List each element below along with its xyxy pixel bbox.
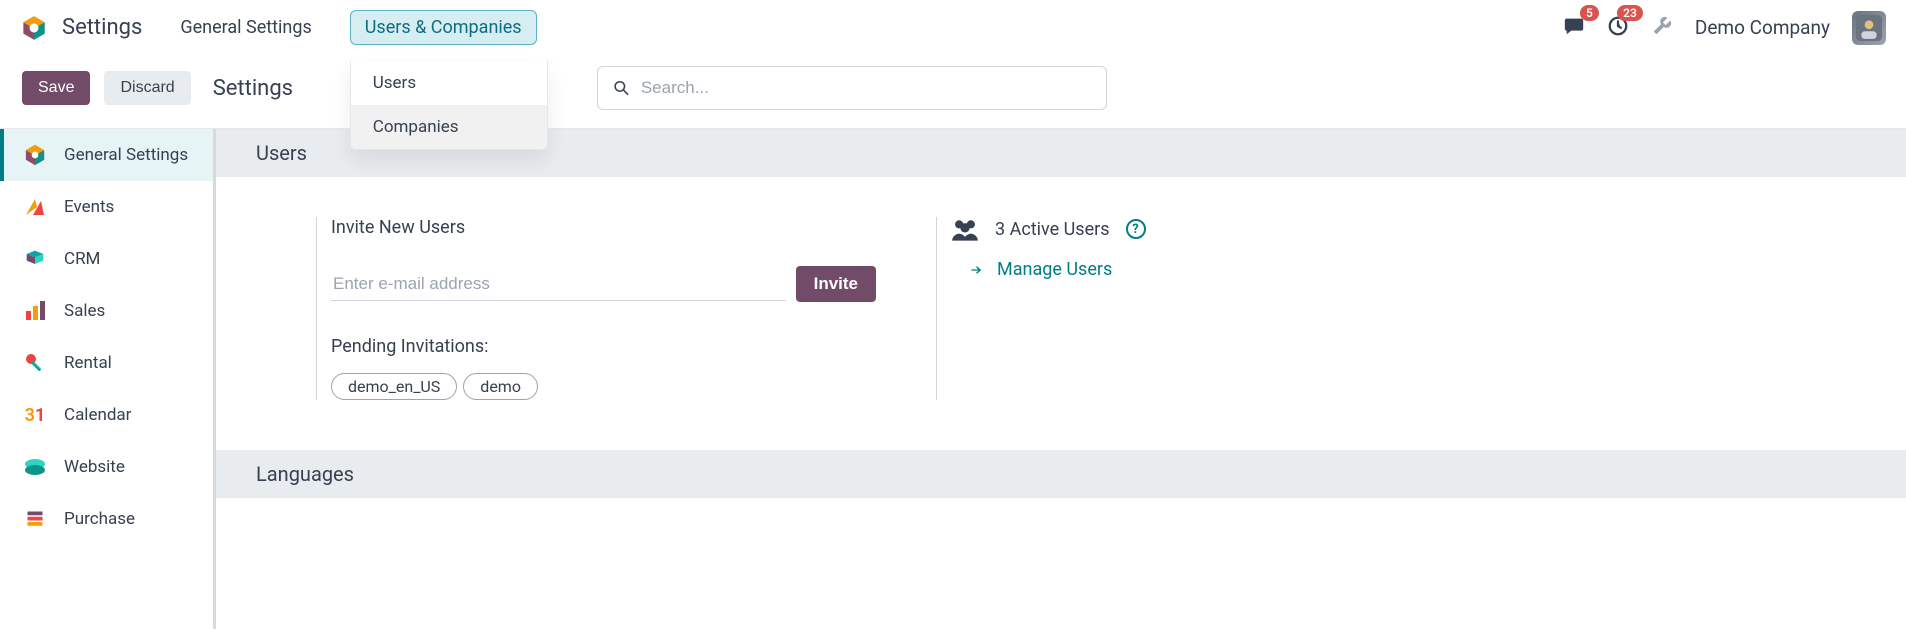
- menu-users-companies-wrap: Users & Companies Users Companies: [350, 17, 537, 38]
- settings-app-icon: [22, 142, 48, 168]
- sidebar-item-label: General Settings: [64, 145, 188, 165]
- search-icon: [612, 78, 631, 98]
- users-companies-dropdown: Users Companies: [350, 61, 548, 150]
- sales-icon: [22, 298, 48, 324]
- rental-icon: [22, 350, 48, 376]
- messages-button[interactable]: 5: [1563, 15, 1585, 41]
- sidebar-item-rental[interactable]: Rental: [0, 337, 213, 389]
- sidebar-item-calendar[interactable]: 31 Calendar: [0, 389, 213, 441]
- users-icon: [951, 217, 979, 241]
- search-box[interactable]: [597, 66, 1107, 110]
- invite-new-users-title: Invite New Users: [331, 217, 876, 238]
- activities-button[interactable]: 23: [1607, 15, 1629, 41]
- help-icon[interactable]: ?: [1126, 219, 1146, 239]
- app-logo-icon: [20, 14, 48, 42]
- pending-invitations-label: Pending Invitations:: [331, 336, 876, 357]
- menu-users-companies[interactable]: Users & Companies: [350, 10, 537, 45]
- events-icon: [22, 194, 48, 220]
- arrow-right-icon: [967, 263, 985, 277]
- sidebar-item-events[interactable]: Events: [0, 181, 213, 233]
- sidebar-item-label: Rental: [64, 353, 112, 373]
- invite-email-input[interactable]: [331, 268, 786, 301]
- sidebar-item-label: CRM: [64, 249, 100, 269]
- sidebar-item-label: Calendar: [64, 405, 131, 425]
- pending-chip[interactable]: demo_en_US: [331, 373, 457, 400]
- save-button[interactable]: Save: [22, 71, 90, 105]
- activities-badge: 23: [1617, 5, 1643, 21]
- messages-badge: 5: [1580, 5, 1599, 21]
- company-selector[interactable]: Demo Company: [1695, 16, 1830, 39]
- avatar-icon: [1856, 15, 1882, 41]
- manage-users-link[interactable]: Manage Users: [997, 259, 1112, 280]
- pending-chip[interactable]: demo: [463, 373, 538, 400]
- invite-button[interactable]: Invite: [796, 266, 876, 302]
- tools-button[interactable]: [1651, 15, 1673, 41]
- menu-general-settings[interactable]: General Settings: [166, 11, 325, 44]
- crm-icon: [22, 246, 48, 272]
- sidebar-item-label: Purchase: [64, 509, 135, 529]
- active-users-count: 3 Active Users: [995, 219, 1110, 240]
- sidebar-item-sales[interactable]: Sales: [0, 285, 213, 337]
- user-avatar[interactable]: [1852, 11, 1886, 45]
- sidebar-item-label: Events: [64, 197, 114, 217]
- section-languages-title: Languages: [216, 450, 1906, 498]
- sidebar-item-label: Sales: [64, 301, 105, 321]
- calendar-icon: 31: [22, 402, 48, 428]
- app-title: Settings: [62, 15, 142, 40]
- dropdown-item-users[interactable]: Users: [351, 61, 547, 105]
- sidebar-item-website[interactable]: Website: [0, 441, 213, 493]
- sidebar-item-label: Website: [64, 457, 125, 477]
- website-icon: [22, 454, 48, 480]
- sidebar-item-crm[interactable]: CRM: [0, 233, 213, 285]
- action-bar: Save Discard Settings: [0, 56, 1906, 128]
- sidebar-item-general-settings[interactable]: General Settings: [0, 129, 213, 181]
- wrench-icon: [1651, 15, 1673, 37]
- page-title: Settings: [213, 76, 293, 101]
- sidebar-item-purchase[interactable]: Purchase: [0, 493, 213, 545]
- search-input[interactable]: [641, 78, 1092, 98]
- dropdown-item-companies[interactable]: Companies: [351, 105, 547, 149]
- topbar: Settings General Settings Users & Compan…: [0, 0, 1906, 56]
- purchase-icon: [22, 506, 48, 532]
- discard-button[interactable]: Discard: [104, 71, 190, 105]
- settings-sidebar: General Settings Events CRM Sales Rental: [0, 129, 216, 629]
- settings-content: Users Invite New Users Invite Pending In…: [216, 129, 1906, 629]
